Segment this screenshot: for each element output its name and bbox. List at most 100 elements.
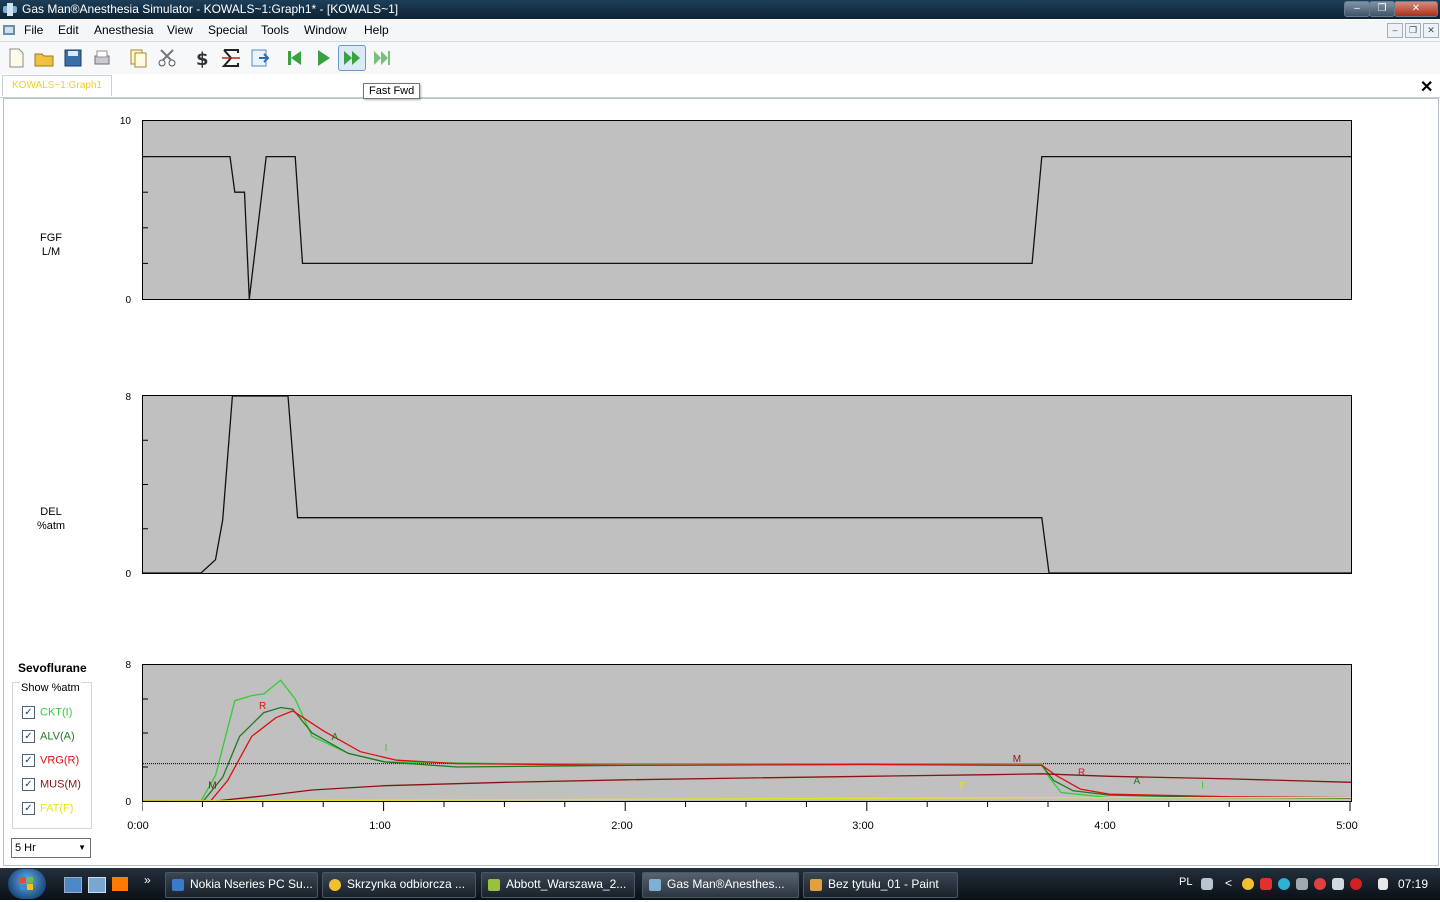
restore-button[interactable]: ❐ [1369,1,1395,17]
curve-letter-2: A [331,732,338,743]
mdi-close-button[interactable]: ✕ [1423,23,1439,38]
x-tick-0: 0:00 [127,820,149,832]
task-nokia-label: Nokia Nseries PC Su... [190,877,313,891]
close-window-button[interactable]: ✕ [1394,1,1438,17]
print-icon[interactable] [90,46,114,70]
messenger-icon[interactable] [1242,878,1254,890]
agent-series-line-0 [143,679,1351,802]
x-tick-2: 2:00 [611,820,633,832]
security-icon[interactable] [1314,878,1326,890]
fgf-ymax: 10 [119,116,131,127]
show-atm-label: Show %atm [20,682,81,694]
task-abbott-label: Abbott_Warszawa_2... [506,877,627,891]
mdi-restore-button[interactable]: ❐ [1405,23,1421,38]
checkbox-ckt-label: CKT(I) [40,706,73,719]
menu-special[interactable]: Special [208,23,247,37]
curve-letter-4: M [1013,754,1021,765]
checkbox-alv[interactable]: ✓ ALV(A) [22,730,75,746]
quicklaunch-more-icon[interactable]: » [144,873,151,887]
title-bar: Gas Man®Anesthesia Simulator - KOWALS~1:… [0,0,1440,19]
start-button[interactable] [8,869,46,899]
del-label: DEL [40,506,62,518]
keyboard-icon[interactable] [1201,878,1213,890]
time-scale-select[interactable]: 5 Hr ▼ [11,838,91,858]
skip-forward-icon[interactable] [371,46,395,70]
agent-ymin: 0 [125,797,131,808]
task-paint[interactable]: Bez tytułu_01 - Paint [803,872,958,898]
menu-tools[interactable]: Tools [261,23,289,37]
fast-forward-button[interactable] [338,45,366,71]
task-gasman[interactable]: Gas Man®Anesthes... [642,872,799,898]
battery-icon[interactable] [1378,878,1388,890]
del-ymin: 0 [125,569,131,580]
rewind-icon[interactable] [283,46,307,70]
agent-name: Sevoflurane [18,661,87,675]
menu-anesthesia[interactable]: Anesthesia [94,23,153,37]
x-tick-5: 5:00 [1336,820,1358,832]
cut-icon[interactable] [155,46,179,70]
app-icon [3,3,17,16]
x-tick-1: 1:00 [369,820,391,832]
checkbox-ckt[interactable]: ✓ CKT(I) [22,706,72,722]
del-series-line [143,395,1351,574]
new-file-icon[interactable] [4,46,28,70]
fgf-ymin: 0 [125,295,131,306]
menu-help[interactable]: Help [364,23,389,37]
svg-text:$: $ [196,49,209,70]
fgf-label: FGF [40,232,62,244]
close-tab-icon[interactable]: ✕ [1420,77,1433,97]
switch-windows-icon[interactable] [88,877,106,893]
language-indicator[interactable]: PL [1179,876,1192,888]
checkbox-fat[interactable]: ✓ FAT(F) [22,802,73,818]
task-nokia[interactable]: Nokia Nseries PC Su... [165,872,318,898]
update-icon[interactable] [1350,878,1362,890]
agent-chart: M R A I M F R A I [142,679,1352,802]
show-desktop-icon[interactable] [64,877,82,893]
menu-file[interactable]: File [24,23,43,37]
copy-icon[interactable] [126,46,150,70]
sigma-icon[interactable] [219,46,243,70]
curve-letter-8: I [1201,780,1204,791]
document-icon [3,25,15,35]
menu-view[interactable]: View [167,23,193,37]
curve-letter-0: M [208,780,216,791]
network-icon[interactable] [1296,878,1308,890]
task-paint-label: Bez tytułu_01 - Paint [828,877,939,891]
speaker-icon[interactable] [1332,878,1344,890]
x-tick-4: 4:00 [1094,820,1116,832]
checkbox-mus-box[interactable]: ✓ [22,778,35,791]
import-icon[interactable] [248,46,272,70]
task-abbott[interactable]: Abbott_Warszawa_2... [481,872,635,898]
menu-window[interactable]: Window [304,23,347,37]
checkbox-vrg-label: VRG(R) [40,754,80,767]
save-icon[interactable] [61,46,85,70]
checkbox-vrg[interactable]: ✓ VRG(R) [22,754,79,770]
agent-plot-area[interactable]: M R A I M F R A I [142,664,1352,802]
skype-icon[interactable] [1278,878,1290,890]
restore-icon: ❐ [1377,3,1387,14]
time-scale-value: 5 Hr [15,842,36,854]
agent-ymax: 8 [125,660,131,671]
minimize-button[interactable]: – [1344,1,1370,17]
checkbox-alv-box[interactable]: ✓ [22,730,35,743]
taskbar: » Nokia Nseries PC Su... Skrzynka odbior… [0,868,1440,900]
open-folder-icon[interactable] [32,46,56,70]
mdi-minimize-button[interactable]: – [1387,23,1403,38]
tab-graph1[interactable]: KOWALS~1:Graph1 [2,75,112,96]
orange-app-icon[interactable] [112,877,128,891]
cost-dollar-icon[interactable]: $ [190,46,214,70]
del-plot-area[interactable] [142,395,1352,574]
checkbox-vrg-box[interactable]: ✓ [22,754,35,767]
fgf-plot-area[interactable] [142,120,1352,300]
checkbox-fat-box[interactable]: ✓ [22,802,35,815]
curve-letter-3: I [385,743,388,754]
fast-forward-tooltip: Fast Fwd [363,83,421,99]
task-mail[interactable]: Skrzynka odbiorcza ... [322,872,476,898]
time-axis [142,801,1351,811]
menu-edit[interactable]: Edit [58,23,79,37]
tray-expand-icon[interactable]: < [1225,876,1232,890]
play-icon[interactable] [311,46,335,70]
checkbox-mus[interactable]: ✓ MUS(M) [22,778,81,794]
antivirus-icon[interactable] [1260,878,1272,890]
checkbox-ckt-box[interactable]: ✓ [22,706,35,719]
